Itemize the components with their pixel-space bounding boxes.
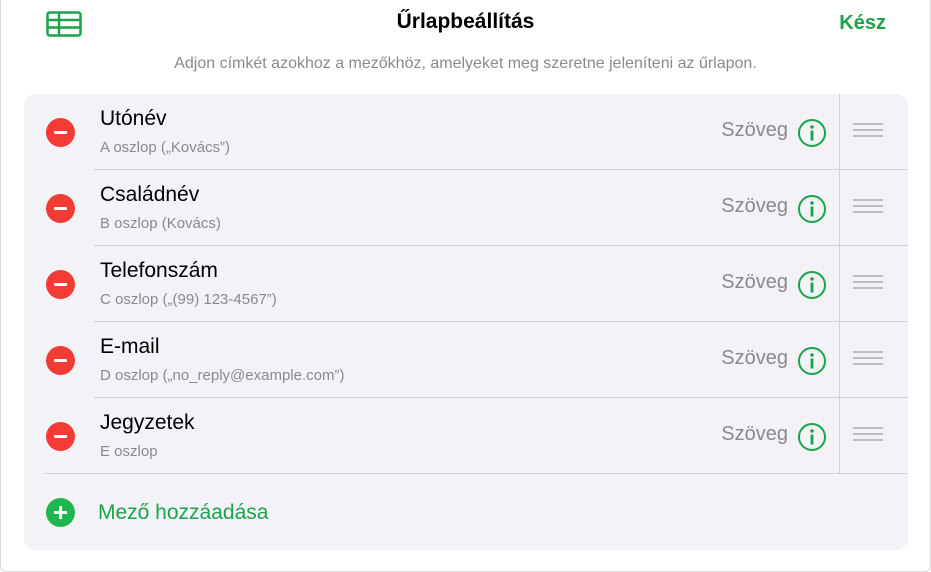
divider [839,170,840,246]
field-type-label: Szöveg [721,195,788,217]
field-type-label: Szöveg [721,119,788,141]
field-name[interactable]: Telefonszám [100,259,218,283]
drag-handle-icon[interactable] [853,199,883,217]
info-icon[interactable] [797,422,827,452]
field-source: E oszlop [100,443,158,460]
field-name[interactable]: Utónév [100,107,167,131]
remove-field-button[interactable] [46,194,75,223]
field-name[interactable]: Családnév [100,183,199,207]
divider [839,94,840,170]
add-field-label: Mező hozzáadása [98,501,269,524]
drag-handle-icon[interactable] [853,123,883,141]
remove-field-button[interactable] [46,270,75,299]
remove-field-button[interactable] [46,422,75,451]
field-source: D oszlop („no_reply@example.com”) [100,367,345,384]
drag-handle-icon[interactable] [853,351,883,369]
divider [839,322,840,398]
field-row: Utónév A oszlop („Kovács”) Szöveg [24,94,908,170]
remove-field-button[interactable] [46,346,75,375]
remove-field-button[interactable] [46,118,75,147]
field-row: Családnév B oszlop (Kovács) Szöveg [24,170,908,246]
field-type-label: Szöveg [721,347,788,369]
field-source: A oszlop („Kovács”) [100,139,231,156]
field-row: Jegyzetek E oszlop Szöveg [24,398,908,474]
info-icon[interactable] [797,118,827,148]
fields-card: Utónév A oszlop („Kovács”) Szöveg Család… [24,94,908,550]
field-source: C oszlop („(99) 123-4567”) [100,291,277,308]
drag-handle-icon[interactable] [853,427,883,445]
field-source: B oszlop (Kovács) [100,215,221,232]
add-field-button[interactable]: Mező hozzáadása [24,474,908,550]
info-icon[interactable] [797,270,827,300]
page-title: Űrlapbeállítás [396,10,535,33]
field-row: Telefonszám C oszlop („(99) 123-4567”) S… [24,246,908,322]
divider [839,246,840,322]
divider [839,398,840,474]
plus-icon [46,498,75,527]
info-icon[interactable] [797,346,827,376]
done-button[interactable]: Kész [839,12,886,35]
instruction-text: Adjon címkét azokhoz a mezőkhöz, amelyek… [174,55,757,72]
field-type-label: Szöveg [721,271,788,293]
field-row: E-mail D oszlop („no_reply@example.com”)… [24,322,908,398]
field-name[interactable]: Jegyzetek [100,411,195,435]
field-name[interactable]: E-mail [100,335,160,359]
info-icon[interactable] [797,194,827,224]
drag-handle-icon[interactable] [853,275,883,293]
header: Űrlapbeállítás Kész [0,0,931,48]
field-type-label: Szöveg [721,423,788,445]
